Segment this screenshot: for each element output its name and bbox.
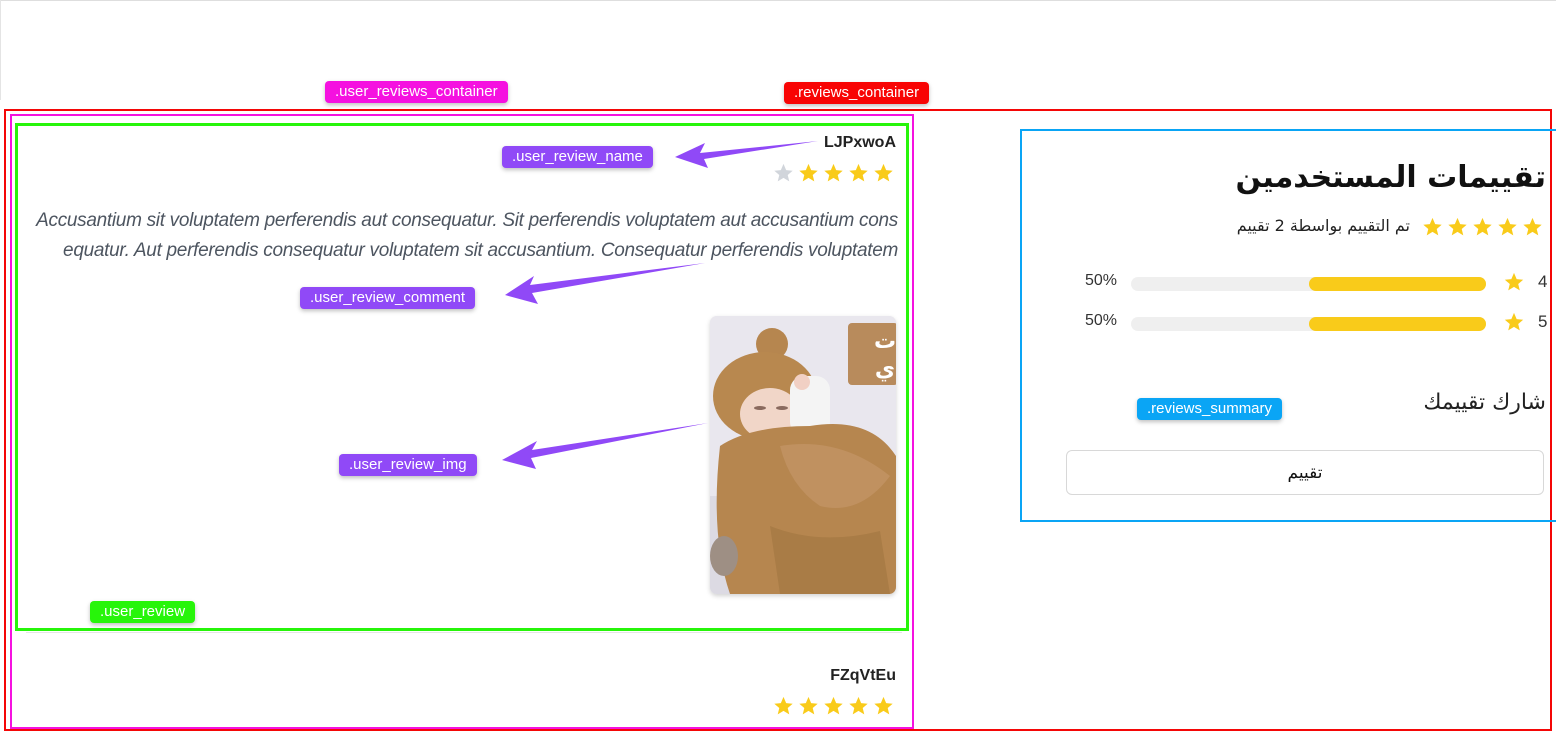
rating-bar-fill	[1308, 317, 1486, 331]
review-author-name: FZqVtEu	[830, 667, 896, 684]
review-separator	[26, 632, 902, 633]
review-author-name: LJPxwoA	[823, 134, 896, 151]
rating-bar-track	[1131, 277, 1486, 291]
review-rating-stars	[772, 695, 897, 719]
star-empty-icon	[772, 162, 797, 186]
annotation-user-reviews-container: .user_reviews_container	[325, 81, 508, 103]
rating-bar-track	[1131, 317, 1486, 331]
rating-star-count: 4	[1538, 272, 1548, 291]
left-divider	[0, 0, 1, 100]
baby-swaddle-photo: ت ي	[710, 316, 896, 594]
star-filled-icon	[797, 695, 822, 719]
review-image[interactable]: ت ي	[710, 316, 896, 594]
rating-percent: 50%	[1085, 312, 1118, 329]
rating-bar-fill	[1308, 277, 1486, 291]
svg-text:ت: ت	[874, 329, 896, 354]
rated-by-text: تم التقييم بواسطة 2 تقييم	[1236, 216, 1410, 235]
star-filled-icon	[1496, 216, 1521, 240]
star-filled-icon	[797, 162, 822, 186]
star-filled-icon	[872, 162, 897, 186]
star-filled-icon	[1521, 216, 1546, 240]
summary-title: تقييمات المستخدمين	[1235, 160, 1546, 195]
star-filled-icon	[1421, 216, 1446, 240]
star-filled-icon	[1446, 216, 1471, 240]
star-filled-icon	[847, 695, 872, 719]
star-filled-icon	[822, 162, 847, 186]
average-rating-stars	[1421, 216, 1546, 240]
review-comment: Accusantium sit voluptatem perferendis a…	[36, 210, 898, 261]
svg-text:ي: ي	[875, 357, 895, 382]
annotation-reviews-summary: .reviews_summary	[1137, 398, 1283, 420]
annotation-user-review-name: .user_review_name	[502, 146, 653, 168]
rating-percent: 50%	[1085, 272, 1118, 289]
rating-distribution-row-5: 50% 5	[1080, 310, 1550, 334]
rating-star-count: 5	[1538, 312, 1548, 331]
star-filled-icon	[822, 695, 847, 719]
annotation-user-review-comment: .user_review_comment	[300, 287, 476, 309]
top-divider	[0, 0, 1556, 1]
annotation-reviews-container: .reviews_container	[784, 82, 930, 104]
review-rating-stars	[772, 162, 897, 186]
star-icon	[1502, 311, 1526, 338]
annotation-user-review-img: .user_review_img	[339, 454, 477, 476]
annotation-user-review: .user_review	[90, 601, 196, 623]
rating-distribution-row-4: 50% 4	[1080, 270, 1550, 294]
star-filled-icon	[847, 162, 872, 186]
rate-button[interactable]: تقييم	[1066, 450, 1544, 495]
star-filled-icon	[772, 695, 797, 719]
star-icon	[1502, 271, 1526, 298]
star-filled-icon	[1471, 216, 1496, 240]
star-filled-icon	[872, 695, 897, 719]
share-review-label: شارك تقييمك	[1423, 390, 1546, 415]
